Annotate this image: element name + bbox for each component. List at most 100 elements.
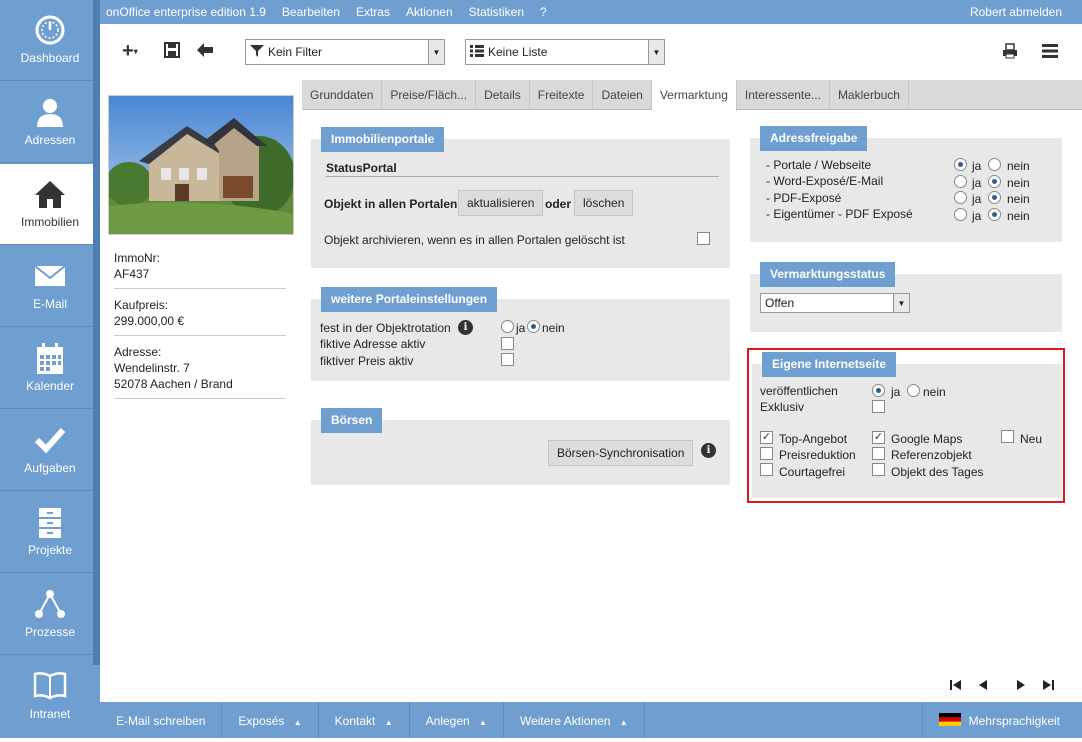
pdf-expose-yes-radio[interactable] — [954, 191, 967, 204]
next-page-icon[interactable] — [1015, 679, 1027, 694]
sidebar-item-projekte[interactable]: Projekte — [0, 492, 100, 573]
section-title: weitere Portaleinstellungen — [321, 287, 498, 312]
divider — [326, 176, 719, 177]
yes-label: ja — [972, 192, 982, 206]
menu-help[interactable]: ? — [540, 5, 547, 19]
list-value: Keine Liste — [488, 45, 548, 59]
sidebar-item-kalender[interactable]: Kalender — [0, 328, 100, 409]
button-label: Exposés — [238, 714, 285, 728]
menu-bearbeiten[interactable]: Bearbeiten — [282, 5, 340, 19]
chevron-down-icon[interactable]: ▼ — [648, 40, 664, 64]
info-icon[interactable]: i — [701, 443, 716, 458]
neu-label: Neu — [1020, 432, 1043, 446]
tab-details[interactable]: Details — [476, 80, 530, 110]
sidebar-item-email[interactable]: E-Mail — [0, 246, 100, 327]
sidebar-item-intranet[interactable]: Intranet — [0, 656, 100, 737]
boersen-sync-button[interactable]: Börsen-Synchronisation — [548, 440, 694, 466]
exclusive-checkbox[interactable] — [872, 400, 885, 413]
previous-page-icon[interactable] — [977, 679, 989, 694]
sidebar-item-immobilien[interactable]: Immobilien — [0, 164, 100, 245]
fictive-price-checkbox[interactable] — [501, 353, 514, 366]
rotation-yes-radio[interactable] — [501, 320, 514, 333]
sidebar-item-aufgaben[interactable]: Aufgaben — [0, 410, 100, 491]
envelope-icon — [0, 260, 100, 292]
tab-grunddaten[interactable]: Grunddaten — [302, 80, 383, 110]
update-portals-button[interactable]: aktualisieren — [458, 190, 544, 216]
tab-maklerbuch[interactable]: Maklerbuch — [830, 80, 909, 110]
exclusive-label: Exklusiv — [760, 400, 805, 414]
sidebar-scrollbar[interactable] — [93, 0, 100, 665]
no-label: nein — [1007, 159, 1030, 173]
all-portals-label: Objekt in allen Portalen — [324, 197, 458, 211]
section-title: Adressfreigabe — [760, 126, 868, 151]
owner-pdf-yes-radio[interactable] — [954, 208, 967, 221]
tab-vermarktung[interactable]: Vermarktung — [651, 80, 737, 111]
owner-pdf-no-radio[interactable] — [988, 208, 1001, 221]
tab-preise[interactable]: Preise/Fläch... — [382, 80, 477, 110]
menu-statistiken[interactable]: Statistiken — [469, 5, 524, 19]
yes-label: ja — [516, 321, 526, 335]
menu-extras[interactable]: Extras — [356, 5, 390, 19]
button-label: E-Mail schreiben — [116, 714, 206, 728]
logout-link[interactable]: Robert abmelden — [970, 5, 1062, 19]
german-flag-icon — [938, 703, 961, 741]
section-title: Vermarktungsstatus — [760, 262, 896, 287]
language-button[interactable]: Mehrsprachigkeit — [921, 702, 1082, 741]
objekt-des-tages-checkbox[interactable] — [872, 463, 885, 476]
book-icon — [0, 670, 100, 702]
portale-yes-radio[interactable] — [954, 158, 967, 171]
archive-checkbox[interactable] — [697, 232, 710, 245]
print-icon[interactable] — [1002, 43, 1018, 64]
top-menu-bar: onOffice enterprise edition 1.9 Bearbeit… — [100, 0, 1082, 24]
yes-label: ja — [972, 159, 982, 173]
word-expose-yes-radio[interactable] — [954, 175, 967, 188]
tab-interessenten[interactable]: Interessente... — [737, 80, 830, 110]
add-icon[interactable]: +▾ — [122, 40, 138, 63]
word-expose-no-radio[interactable] — [988, 175, 1001, 188]
preisreduktion-checkbox[interactable] — [760, 447, 773, 460]
sidebar-item-prozesse[interactable]: Prozesse — [0, 574, 100, 655]
pdf-expose-no-radio[interactable] — [988, 191, 1001, 204]
list-select[interactable]: Keine Liste ▼ — [465, 39, 665, 65]
publish-no-radio[interactable] — [907, 384, 920, 397]
save-icon[interactable] — [164, 42, 180, 63]
back-arrow-icon[interactable] — [196, 42, 214, 63]
neu-checkbox[interactable] — [1001, 430, 1014, 443]
no-label: nein — [923, 385, 946, 399]
anlegen-button[interactable]: Anlegen ▲ — [410, 702, 504, 738]
vermarktungsstatus-box: Vermarktungsstatus Offen ▼ — [750, 262, 1062, 332]
google-maps-checkbox[interactable]: ✓ — [872, 431, 885, 444]
tab-dateien[interactable]: Dateien — [593, 80, 652, 110]
archive-label: Objekt archivieren, wenn es in allen Por… — [324, 233, 625, 247]
sidebar-item-dashboard[interactable]: Dashboard — [0, 0, 100, 81]
hamburger-menu-icon[interactable] — [1042, 44, 1058, 63]
chevron-down-icon[interactable]: ▼ — [428, 40, 444, 64]
menu-aktionen[interactable]: Aktionen — [406, 5, 453, 19]
referenzobjekt-checkbox[interactable] — [872, 447, 885, 460]
last-page-icon[interactable] — [1042, 679, 1054, 694]
property-photo[interactable] — [108, 95, 294, 235]
portale-no-radio[interactable] — [988, 158, 1001, 171]
immonr-value: AF437 — [114, 267, 150, 281]
courtagefrei-checkbox[interactable] — [760, 463, 773, 476]
info-icon[interactable]: i — [458, 320, 473, 335]
first-page-icon[interactable] — [950, 679, 962, 694]
filter-select[interactable]: Kein Filter ▼ — [245, 39, 445, 65]
delete-portals-button[interactable]: löschen — [574, 190, 634, 216]
immonr-block: ImmoNr: AF437 — [114, 250, 286, 289]
chevron-down-icon[interactable]: ▼ — [893, 294, 909, 312]
top-angebot-checkbox[interactable]: ✓ — [760, 431, 773, 444]
publish-yes-radio[interactable] — [872, 384, 885, 397]
marketing-status-value: Offen — [765, 296, 795, 310]
sidebar-item-adressen[interactable]: Adressen — [0, 82, 100, 163]
list-icon — [470, 44, 484, 60]
rotation-no-radio[interactable] — [527, 320, 540, 333]
marketing-status-select[interactable]: Offen ▼ — [760, 293, 910, 313]
tab-freitexte[interactable]: Freitexte — [530, 80, 594, 110]
fictive-address-checkbox[interactable] — [501, 337, 514, 350]
kontakt-button[interactable]: Kontakt ▲ — [319, 702, 410, 738]
immobilienportale-box: Immobilienportale StatusPortal Objekt in… — [311, 127, 730, 268]
exposes-button[interactable]: Exposés ▲ — [222, 702, 319, 738]
email-write-button[interactable]: E-Mail schreiben — [100, 702, 223, 738]
weitere-aktionen-button[interactable]: Weitere Aktionen ▲ — [504, 702, 645, 738]
